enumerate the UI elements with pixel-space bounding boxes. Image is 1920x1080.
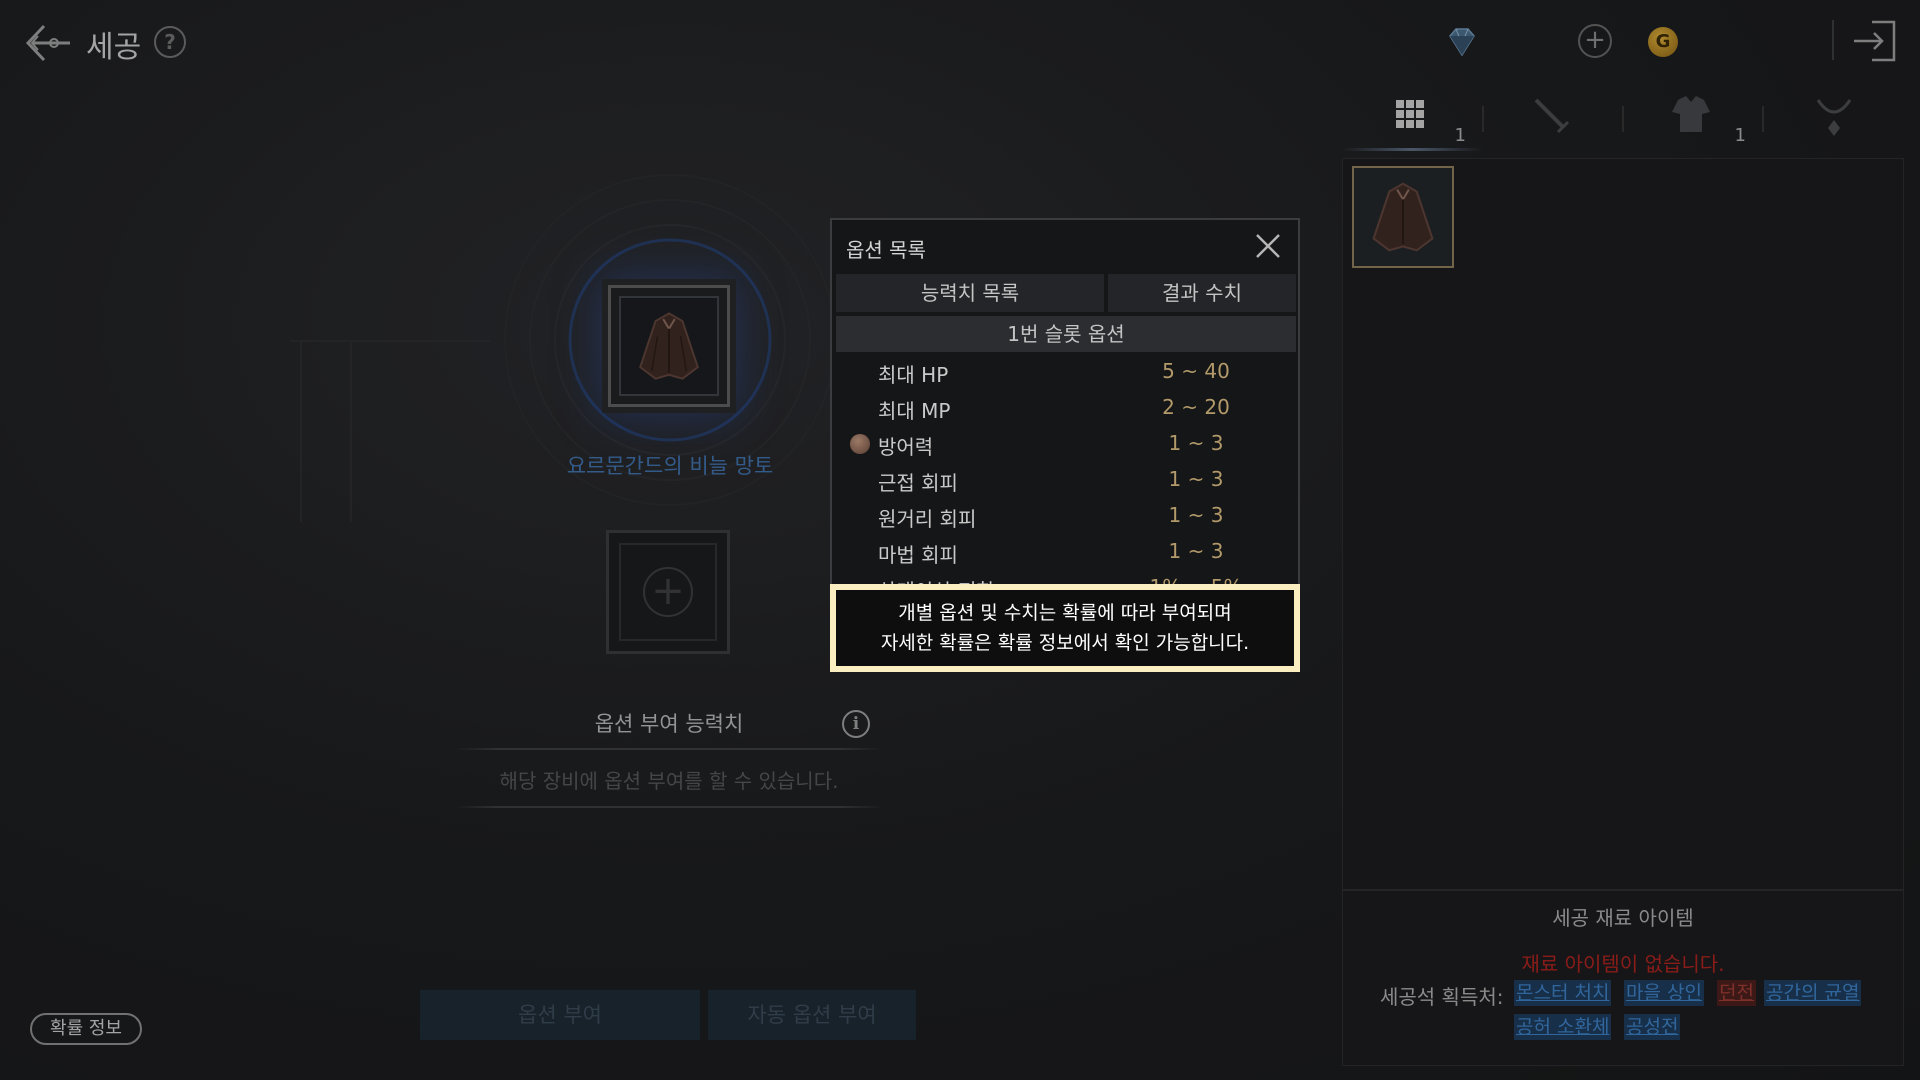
option-heading: 옵션 부여 능력치 — [594, 712, 744, 736]
option-value: 1 ~ 3 — [1168, 431, 1224, 455]
grid-icon — [1396, 100, 1424, 128]
apply-option-button[interactable]: 옵션 부여 — [420, 990, 700, 1040]
tooltip-line: 개별 옵션 및 수치는 확률에 따라 부여되며 — [898, 602, 1232, 624]
source-link-monster[interactable]: 몬스터 처치 — [1514, 980, 1612, 1006]
plus-icon: + — [643, 567, 693, 617]
item-name: 요르문간드의 비늘 망토 — [566, 454, 774, 478]
back-arrow-icon[interactable] — [24, 18, 74, 68]
source-link-rift[interactable]: 공간의 균열 — [1764, 980, 1862, 1006]
table-header: 능력치 목록 결과 수치 — [836, 274, 1296, 312]
inventory-item-slot[interactable] — [1352, 166, 1454, 268]
option-value: 1 ~ 3 — [1168, 503, 1224, 527]
list-item: 마법 회피 1 ~ 3 — [836, 534, 1296, 570]
list-item: 방어력 1 ~ 3 — [836, 426, 1296, 462]
option-name: 원거리 회피 — [878, 507, 977, 531]
tab-count: 1 — [1454, 125, 1466, 146]
equipment-slot[interactable] — [608, 285, 730, 407]
tab-all[interactable]: 1 — [1342, 84, 1482, 151]
exit-icon[interactable] — [1850, 18, 1900, 64]
option-value: 1 ~ 3 — [1168, 539, 1224, 563]
option-value: 5 ~ 40 — [1162, 359, 1230, 383]
add-currency-icon[interactable]: + — [1578, 24, 1612, 58]
option-name: 마법 회피 — [878, 543, 958, 567]
divider — [454, 748, 884, 750]
source-link-dungeon[interactable]: 던전 — [1717, 980, 1756, 1006]
info-icon[interactable]: i — [842, 710, 870, 738]
shield-badge-icon — [850, 434, 870, 454]
cloak-icon — [619, 296, 719, 396]
option-name: 방어력 — [878, 435, 934, 459]
list-item: 최대 HP 5 ~ 40 — [836, 354, 1296, 390]
auto-apply-option-button[interactable]: 자동 옵션 부여 — [708, 990, 916, 1040]
necklace-icon — [1816, 99, 1852, 136]
list-item: 최대 MP 2 ~ 20 — [836, 390, 1296, 426]
option-value: 1 ~ 3 — [1168, 467, 1224, 491]
material-title: 세공 재료 아이템 — [1552, 906, 1694, 930]
divider — [1832, 20, 1834, 60]
cloak-icon — [1372, 182, 1434, 252]
probability-info-button[interactable]: 확률 정보 — [30, 1013, 142, 1045]
tutorial-tooltip: 개별 옵션 및 수치는 확률에 따라 부여되며 자세한 확률은 확률 정보에서 … — [830, 584, 1300, 672]
source-link-merchant[interactable]: 마을 상인 — [1624, 980, 1704, 1006]
column-header-stat: 능력치 목록 — [836, 274, 1104, 312]
option-name: 근접 회피 — [878, 471, 958, 495]
tab-count: 1 — [1734, 125, 1746, 146]
top-bar: 세공 ? + G — [0, 0, 1920, 84]
source-label: 세공석 획득처: — [1380, 985, 1504, 1009]
tab-accessory[interactable] — [1762, 84, 1902, 150]
material-add-slot[interactable]: + — [606, 530, 730, 654]
tooltip-line: 자세한 확률은 확률 정보에서 확인 가능합니다. — [880, 632, 1250, 654]
diamond-icon — [1444, 24, 1480, 60]
inventory-tabs: 1 1 — [1342, 84, 1904, 154]
gold-coin-icon: G — [1648, 27, 1678, 57]
option-name: 최대 HP — [878, 363, 949, 387]
option-list: 최대 HP 5 ~ 40 최대 MP 2 ~ 20 방어력 1 ~ 3 근접 회… — [836, 354, 1296, 586]
list-item: 근접 회피 1 ~ 3 — [836, 462, 1296, 498]
divider — [454, 806, 884, 808]
list-item: 원거리 회피 1 ~ 3 — [836, 498, 1296, 534]
tab-weapon[interactable] — [1482, 84, 1622, 150]
sword-icon — [1534, 98, 1570, 134]
decorative-lines — [290, 340, 490, 522]
option-name: 최대 MP — [878, 399, 951, 423]
page-title: 세공 — [86, 30, 142, 65]
tab-armor[interactable]: 1 — [1622, 84, 1762, 150]
modal-title: 옵션 목록 — [846, 238, 926, 262]
armor-icon — [1672, 96, 1710, 132]
slot-section-header: 1번 슬롯 옵션 — [836, 316, 1296, 352]
close-icon[interactable] — [1252, 230, 1284, 262]
source-link-siege[interactable]: 공성전 — [1624, 1014, 1681, 1040]
option-value: 2 ~ 20 — [1162, 395, 1230, 419]
active-tab-indicator — [1342, 148, 1482, 151]
empty-material-message: 재료 아이템이 없습니다. — [1521, 952, 1725, 976]
source-link-void-summon[interactable]: 공허 소환체 — [1514, 1014, 1612, 1040]
option-list-modal: 옵션 목록 능력치 목록 결과 수치 1번 슬롯 옵션 최대 HP 5 ~ 40… — [830, 218, 1300, 588]
column-header-value: 결과 수치 — [1108, 274, 1296, 312]
option-description: 해당 장비에 옵션 부여를 할 수 있습니다. — [499, 769, 839, 793]
help-icon[interactable]: ? — [154, 26, 186, 58]
